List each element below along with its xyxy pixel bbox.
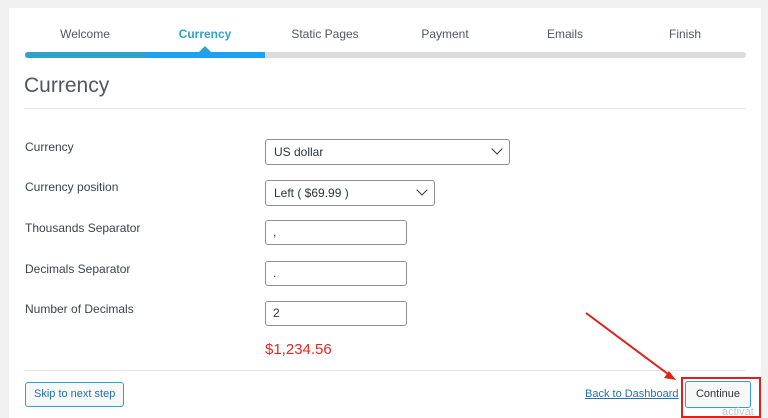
corner-watermark-text: activat: [722, 406, 754, 418]
annotation-arrow-icon: [585, 312, 676, 380]
